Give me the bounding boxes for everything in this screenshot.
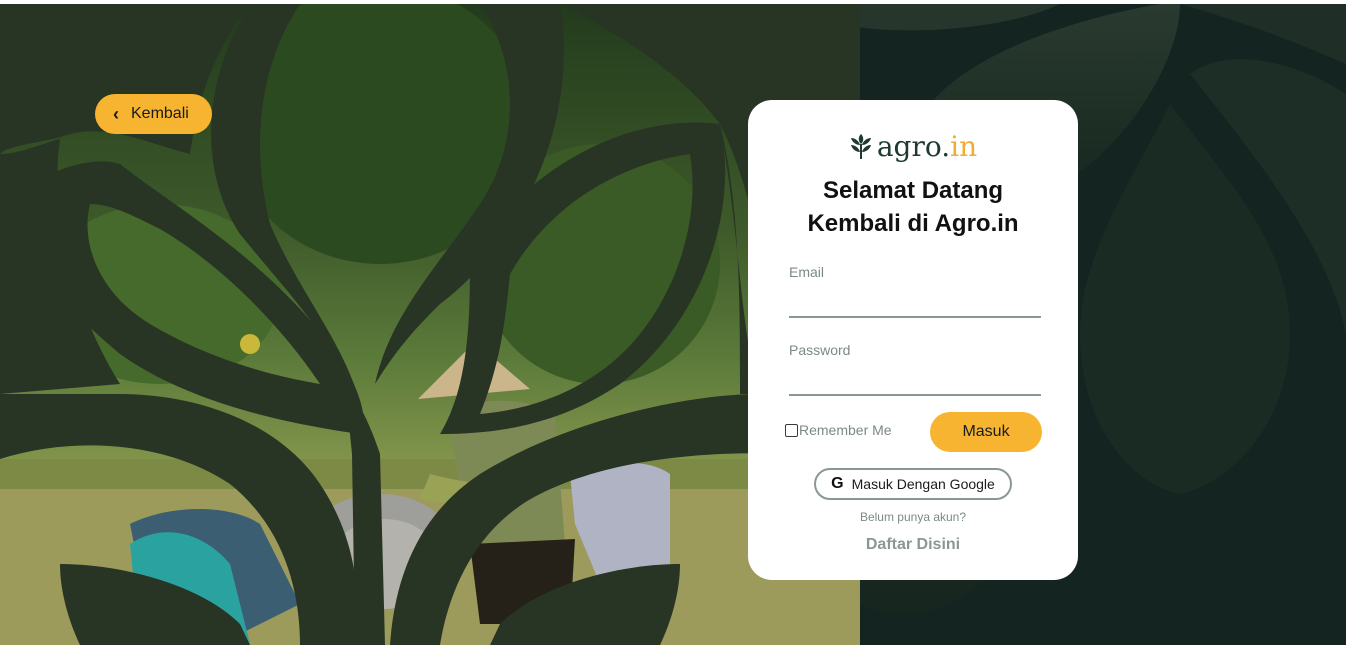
register-link[interactable]: Daftar Disini	[748, 536, 1078, 554]
google-login-label: Masuk Dengan Google	[851, 476, 995, 492]
password-label: Password	[789, 342, 851, 358]
remember-me-checkbox[interactable]	[785, 423, 798, 437]
login-page: ‹ Kembali agro.in Selamat Datang Kembali…	[0, 4, 1346, 645]
logo-text-in: in	[950, 130, 978, 163]
back-button-label: Kembali	[131, 105, 189, 122]
login-button[interactable]: Masuk	[930, 412, 1042, 452]
remember-me-label: Remember Me	[799, 422, 892, 438]
chevron-left-icon: ‹	[113, 104, 119, 124]
title-line-2: Kembali di Agro.in	[807, 210, 1019, 237]
leaf-icon	[850, 134, 871, 159]
google-g-icon: G	[831, 475, 844, 492]
google-login-button[interactable]: G Masuk Dengan Google	[814, 468, 1012, 500]
password-field[interactable]	[789, 366, 1041, 396]
email-field[interactable]	[789, 288, 1041, 318]
page-title: Selamat Datang Kembali di Agro.in	[748, 174, 1078, 240]
title-line-1: Selamat Datang	[822, 177, 1004, 204]
no-account-text: Belum punya akun?	[859, 510, 967, 524]
login-card: agro.in Selamat Datang Kembali di Agro.i…	[748, 100, 1078, 580]
remember-me[interactable]: Remember Me	[785, 422, 892, 438]
back-button[interactable]: ‹ Kembali	[95, 94, 212, 134]
brand-logo: agro.in	[748, 130, 1078, 164]
logo-text-agro: agro.	[876, 130, 951, 163]
email-label: Email	[789, 264, 825, 280]
